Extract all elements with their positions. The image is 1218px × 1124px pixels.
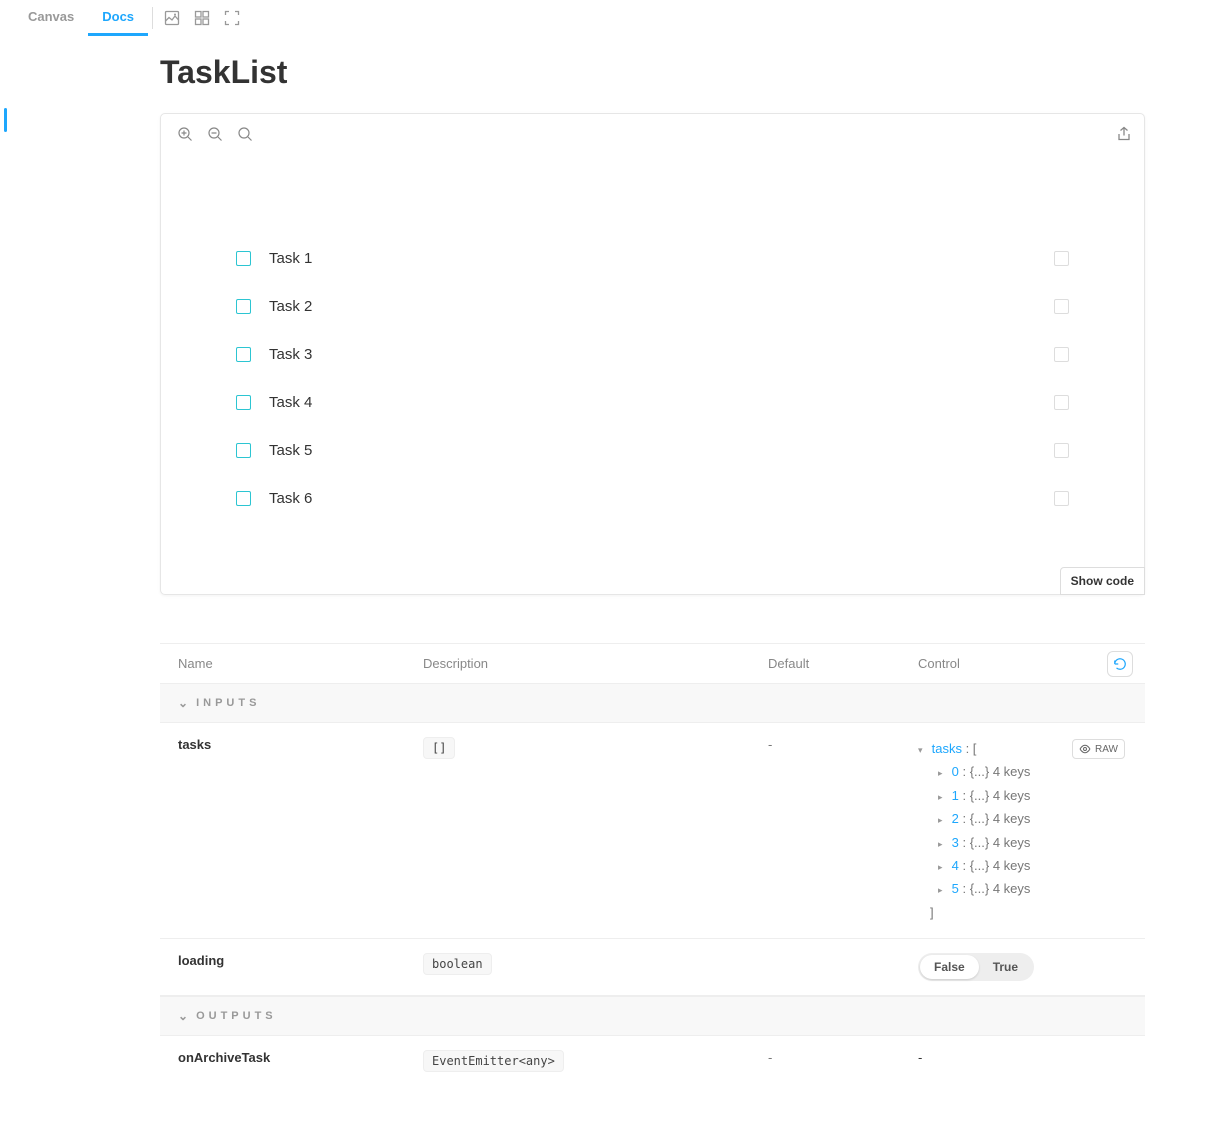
open-external-icon[interactable] [1116,126,1132,142]
task-item: Task 5 [236,426,1069,474]
task-title: Task 6 [269,490,312,507]
task-checkbox[interactable] [236,299,251,314]
task-item: Task 2 [236,282,1069,330]
task-checkbox[interactable] [236,347,251,362]
boolean-toggle[interactable]: False True [918,953,1034,981]
chevron-down-icon: ⌄ [178,1009,188,1023]
arg-name: onArchiveTask [178,1050,423,1065]
raw-label: RAW [1095,744,1118,755]
story-canvas: Task 1 Task 2 Task 3 Task 4 Task 5 Task 6 [161,154,1144,594]
grid-icon[interactable] [189,5,215,31]
raw-toggle-button[interactable]: RAW [1072,739,1125,759]
section-inputs[interactable]: ⌄ INPUTS [160,683,1145,723]
pin-task-icon[interactable] [1054,491,1069,506]
preview-toolbar [161,114,1144,154]
arg-row-onarchivetask: onArchiveTask EventEmitter<any> - - [160,1036,1145,1086]
boolean-false[interactable]: False [920,955,979,979]
arg-row-tasks: tasks [] - RAW ▾ tasks : [▸ 0 : {...} 4 … [160,723,1145,939]
pin-task-icon[interactable] [1054,347,1069,362]
tab-docs[interactable]: Docs [88,0,148,36]
pin-task-icon[interactable] [1054,443,1069,458]
col-description: Description [423,656,768,671]
task-title: Task 2 [269,298,312,315]
arg-default: - [768,737,918,752]
task-title: Task 3 [269,346,312,363]
story-preview-panel: Task 1 Task 2 Task 3 Task 4 Task 5 Task 6 Sho… [160,113,1145,595]
reset-controls-button[interactable] [1107,651,1133,677]
arg-type-code: [] [423,737,455,759]
zoom-reset-icon[interactable] [233,122,257,146]
zoom-in-icon[interactable] [173,122,197,146]
show-code-button[interactable]: Show code [1060,567,1145,595]
task-item: Task 3 [236,330,1069,378]
fullscreen-icon[interactable] [219,5,245,31]
pin-task-icon[interactable] [1054,299,1069,314]
arg-control-tasks[interactable]: RAW ▾ tasks : [▸ 0 : {...} 4 keys▸ 1 : {… [918,737,1127,924]
section-inputs-label: INPUTS [196,697,260,709]
pin-task-icon[interactable] [1054,251,1069,266]
background-icon[interactable] [159,5,185,31]
arg-type-code: EventEmitter<any> [423,1050,564,1072]
arg-type-code: boolean [423,953,492,975]
pin-task-icon[interactable] [1054,395,1069,410]
task-title: Task 5 [269,442,312,459]
task-title: Task 4 [269,394,312,411]
arg-name: loading [178,953,423,968]
task-item: Task 1 [236,234,1069,282]
chevron-down-icon: ⌄ [178,696,188,710]
task-checkbox[interactable] [236,251,251,266]
boolean-true[interactable]: True [979,955,1032,979]
tab-canvas[interactable]: Canvas [14,0,88,36]
arg-control-loading[interactable]: False True [918,953,1127,981]
task-item: Task 6 [236,474,1069,522]
section-outputs-label: OUTPUTS [196,1010,277,1022]
task-item: Task 4 [236,378,1069,426]
col-name: Name [178,656,423,671]
task-checkbox[interactable] [236,443,251,458]
page-title: TaskList [160,54,1218,91]
col-default: Default [768,656,918,671]
arg-row-loading: loading boolean False True [160,939,1145,996]
top-tab-bar: Canvas Docs [10,0,1218,36]
zoom-out-icon[interactable] [203,122,227,146]
side-indicator [4,108,7,132]
task-checkbox[interactable] [236,395,251,410]
args-table-header: Name Description Default Control [160,644,1145,683]
task-checkbox[interactable] [236,491,251,506]
arg-default: - [768,1050,918,1065]
tab-separator [152,7,153,29]
args-table: Name Description Default Control ⌄ INPUT… [160,643,1145,1086]
arg-name: tasks [178,737,423,752]
arg-control-onarchivetask: - [918,1050,1127,1065]
section-outputs[interactable]: ⌄ OUTPUTS [160,996,1145,1036]
task-title: Task 1 [269,250,312,267]
col-control: Control [918,656,1127,671]
